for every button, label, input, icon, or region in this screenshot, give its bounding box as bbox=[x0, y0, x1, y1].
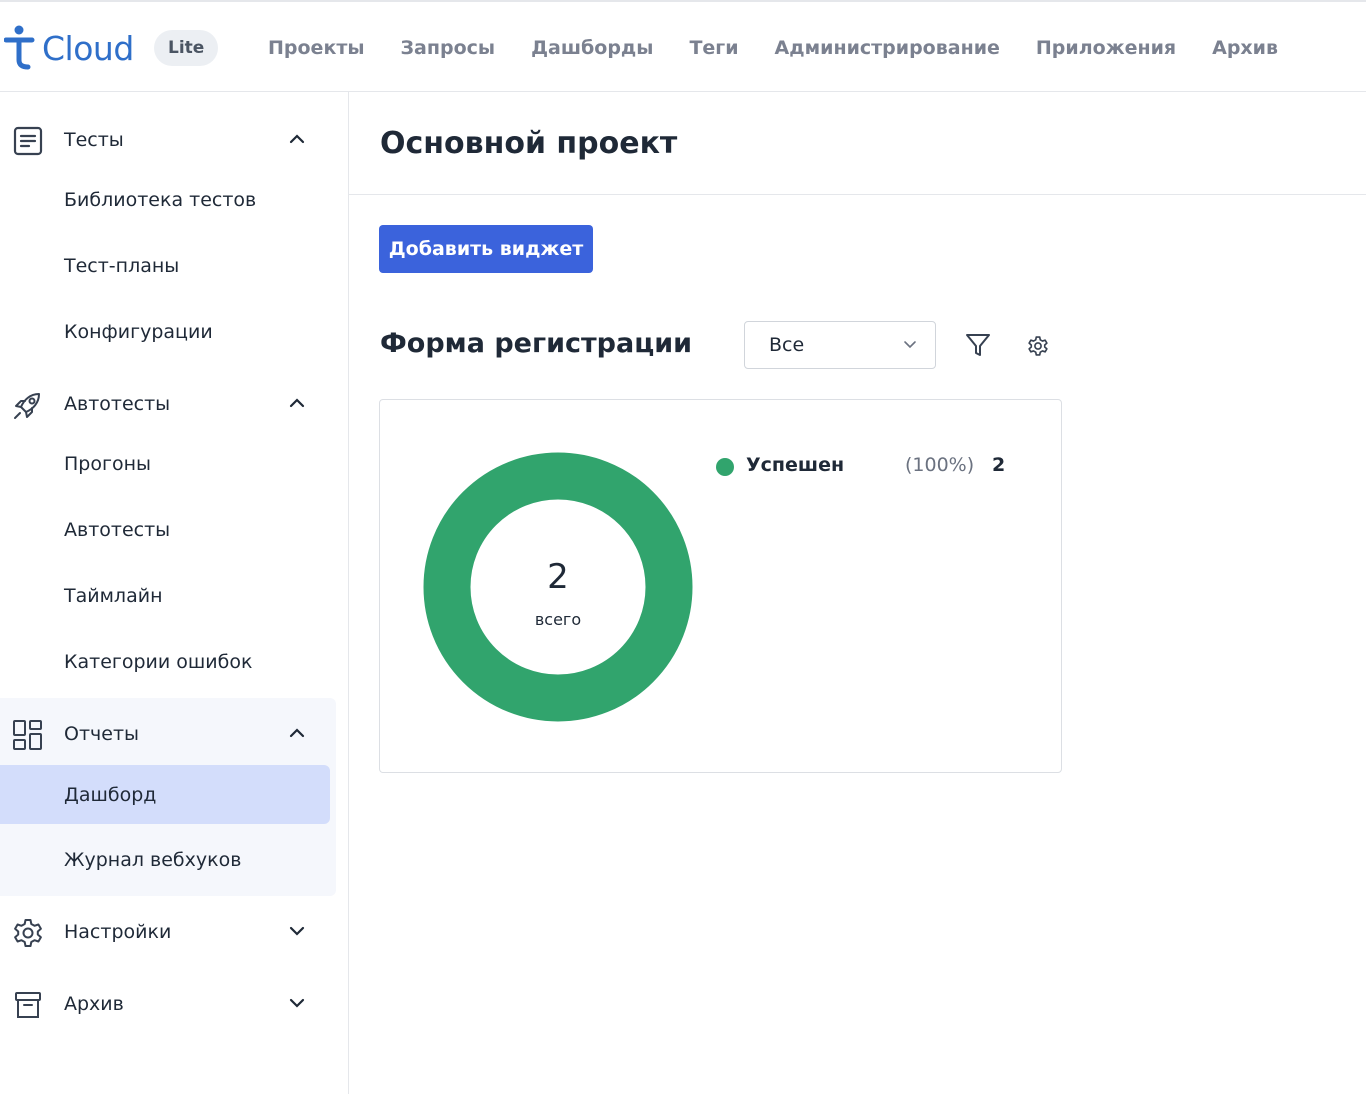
sidebar-item-webhook-log[interactable]: Журнал вебхуков bbox=[0, 831, 330, 889]
nav-requests[interactable]: Запросы bbox=[401, 37, 496, 59]
chevron-down-icon[interactable] bbox=[288, 996, 306, 1010]
nav-projects[interactable]: Проекты bbox=[268, 37, 365, 59]
sidebar-group-label: Отчеты bbox=[64, 723, 140, 745]
total-value: 2 bbox=[547, 557, 569, 597]
sidebar-item-label: Прогоны bbox=[64, 453, 152, 475]
nav-applications[interactable]: Приложения bbox=[1036, 37, 1176, 59]
chevron-down-icon[interactable] bbox=[288, 924, 306, 938]
sidebar-item-label: Библиотека тестов bbox=[64, 189, 257, 211]
logo-mark-icon bbox=[4, 25, 35, 70]
sidebar-group-reports[interactable]: Отчеты bbox=[0, 704, 335, 764]
sidebar-group-label: Настройки bbox=[64, 921, 172, 943]
logo-text: Cloud bbox=[42, 28, 134, 68]
sidebar-group-label: Архив bbox=[64, 993, 124, 1015]
sidebar-item-label: Тест-планы bbox=[64, 255, 180, 277]
sidebar-group-label: Автотесты bbox=[64, 393, 171, 415]
sidebar-item-test-library[interactable]: Библиотека тестов bbox=[0, 171, 330, 229]
main-content: Основной проект Добавить виджет Форма ре… bbox=[349, 92, 1366, 1094]
sidebar: Тесты Библиотека тестов Тест-планы Конфи… bbox=[0, 92, 349, 1094]
chevron-up-icon[interactable] bbox=[288, 396, 306, 410]
archive-box-icon bbox=[15, 992, 41, 1018]
sidebar-group-autotests[interactable]: Автотесты bbox=[0, 374, 335, 434]
legend-name: Успешен bbox=[746, 454, 845, 476]
sidebar-group-tests[interactable]: Тесты bbox=[0, 110, 335, 170]
legend-count: 2 bbox=[992, 454, 1006, 476]
nav-tags[interactable]: Теги bbox=[689, 37, 738, 59]
sidebar-group-settings[interactable]: Настройки bbox=[0, 902, 335, 962]
widget-card: 2 всего Успешен (100%) 2 bbox=[379, 399, 1062, 773]
chevron-down-icon bbox=[904, 341, 916, 349]
sidebar-group-archive[interactable]: Архив bbox=[0, 974, 335, 1034]
total-label: всего bbox=[534, 610, 582, 629]
sidebar-item-configurations[interactable]: Конфигурации bbox=[0, 303, 330, 361]
sidebar-item-label: Конфигурации bbox=[64, 321, 213, 343]
sidebar-item-label: Таймлайн bbox=[64, 585, 163, 607]
nav-administration[interactable]: Администрирование bbox=[775, 37, 1000, 59]
nav-archive[interactable]: Архив bbox=[1212, 37, 1278, 59]
chevron-up-icon[interactable] bbox=[288, 132, 306, 146]
page-title: Основной проект bbox=[380, 126, 678, 161]
sidebar-item-label: Автотесты bbox=[64, 519, 171, 541]
gear-icon bbox=[14, 919, 42, 947]
widget-settings-gear-icon[interactable] bbox=[1027, 335, 1049, 357]
legend-color-dot bbox=[716, 458, 734, 476]
status-filter-select[interactable]: Все bbox=[744, 321, 936, 369]
sidebar-item-runs[interactable]: Прогоны bbox=[0, 435, 330, 493]
sidebar-item-label: Дашборд bbox=[64, 783, 157, 806]
sidebar-item-timeline[interactable]: Таймлайн bbox=[0, 567, 330, 625]
add-widget-button[interactable]: Добавить виджет bbox=[379, 225, 593, 273]
sidebar-item-label: Категории ошибок bbox=[64, 651, 253, 673]
top-navigation: Проекты Запросы Дашборды Теги Администри… bbox=[250, 2, 1296, 94]
top-header: Cloud Lite Проекты Запросы Дашборды Теги… bbox=[0, 0, 1366, 92]
nav-dashboards[interactable]: Дашборды bbox=[531, 37, 653, 59]
sidebar-item-test-plans[interactable]: Тест-планы bbox=[0, 237, 330, 295]
divider bbox=[349, 194, 1366, 195]
legend-percent: (100%) bbox=[905, 454, 975, 476]
select-value: Все bbox=[769, 334, 805, 356]
sidebar-item-autotests[interactable]: Автотесты bbox=[0, 501, 330, 559]
sidebar-item-label: Журнал вебхуков bbox=[64, 849, 242, 871]
filter-icon[interactable] bbox=[964, 331, 992, 359]
edition-badge: Lite bbox=[154, 30, 219, 66]
rocket-icon bbox=[14, 393, 40, 419]
document-list-icon bbox=[13, 126, 43, 156]
chevron-up-icon[interactable] bbox=[288, 726, 306, 740]
grid-icon bbox=[13, 720, 42, 750]
sidebar-item-error-categories[interactable]: Категории ошибок bbox=[0, 633, 330, 691]
legend-item[interactable]: Успешен (100%) 2 bbox=[716, 452, 1036, 482]
sidebar-group-label: Тесты bbox=[64, 129, 124, 151]
logo[interactable]: Cloud bbox=[4, 24, 134, 72]
widget-title: Форма регистрации bbox=[380, 328, 693, 359]
sidebar-item-dashboard[interactable]: Дашборд bbox=[0, 765, 330, 824]
